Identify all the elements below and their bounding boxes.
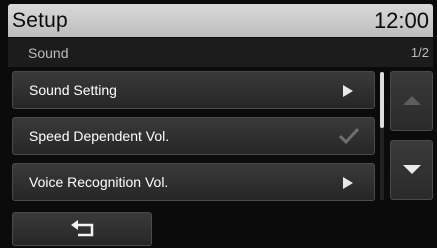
arrow-right-icon: [343, 177, 353, 189]
section-bar: Sound 1/2: [8, 38, 433, 67]
clock: 12:00: [373, 8, 429, 33]
triangle-up-icon: [403, 96, 421, 105]
title-bar: Setup 12:00: [8, 4, 433, 37]
menu-item-label: Speed Dependent Vol.: [29, 128, 170, 144]
section-title: Sound: [28, 45, 69, 61]
scroll-up-button[interactable]: [390, 71, 433, 131]
screen: Setup 12:00 Sound 1/2 Sound Setting Spee…: [0, 0, 437, 248]
back-button[interactable]: [12, 212, 152, 246]
menu-item-voice-recognition-vol[interactable]: Voice Recognition Vol.: [12, 163, 375, 201]
menu-item-label: Voice Recognition Vol.: [29, 174, 169, 190]
return-arrow-icon: [71, 220, 94, 237]
menu-item-speed-dependent-vol[interactable]: Speed Dependent Vol.: [12, 117, 375, 155]
scrollbar-thumb[interactable]: [380, 72, 384, 128]
triangle-down-icon: [403, 165, 421, 174]
scrollbar[interactable]: [380, 72, 384, 200]
menu-item-label: Sound Setting: [29, 82, 117, 98]
menu-item-sound-setting[interactable]: Sound Setting: [12, 71, 375, 109]
checkmark-icon[interactable]: [338, 126, 360, 146]
arrow-right-icon: [343, 85, 353, 97]
scroll-down-button[interactable]: [390, 140, 433, 200]
page-title: Setup: [12, 9, 68, 32]
page-indicator: 1/2: [410, 45, 429, 60]
